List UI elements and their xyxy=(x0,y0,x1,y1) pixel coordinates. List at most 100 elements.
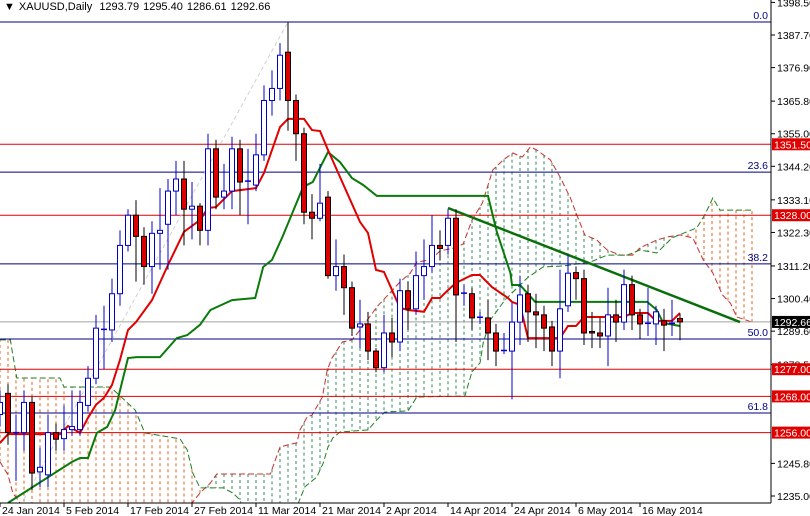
candle-bull xyxy=(277,54,283,89)
time-tick-label: 5 Feb 2014 xyxy=(66,505,119,516)
candle-bear xyxy=(613,314,619,323)
candle-bear xyxy=(573,272,579,280)
close-value: 1292.66 xyxy=(230,1,271,13)
candle-bull xyxy=(333,266,339,277)
time-tick-label: 21 Mar 2014 xyxy=(322,505,381,516)
candle-bull xyxy=(109,293,115,331)
candle-bear xyxy=(349,287,355,329)
time-tick-label: 27 Feb 2014 xyxy=(194,505,253,516)
senkou-span-a-line xyxy=(0,146,753,503)
trendline xyxy=(447,206,741,324)
candle-bull xyxy=(165,190,171,225)
candle-bull xyxy=(117,244,123,295)
candle-bear xyxy=(197,205,203,231)
candle-bull xyxy=(413,275,419,310)
level-price-tag-label: 1256.00 xyxy=(774,428,810,440)
candle-bear xyxy=(141,235,147,268)
candle-bear xyxy=(325,196,331,277)
time-tick-label: 24 Jan 2014 xyxy=(2,505,60,516)
kijun-sen-line xyxy=(7,150,681,503)
candle-bull xyxy=(509,321,515,352)
candle-bull xyxy=(37,466,43,473)
candle-bull xyxy=(77,401,83,431)
chart-header: ▼ XAUUSD,Daily 1293.79 1295.40 1286.61 1292.… xyxy=(4,1,274,13)
price-tick-label: 1365.80 xyxy=(777,96,810,108)
triangle-down-icon[interactable]: ▼ xyxy=(4,1,15,13)
price-tick-label: 1344.20 xyxy=(777,161,810,173)
candle-bull xyxy=(69,426,75,431)
time-axis[interactable]: 24 Jan 2014 5 Feb 2014 17 Feb 2014 27 Feb 2… xyxy=(0,503,703,516)
candle-bull xyxy=(261,100,267,156)
candle-bear xyxy=(581,278,587,334)
fib-level-label: 38.2 xyxy=(748,252,769,264)
candle-bull xyxy=(429,244,435,268)
candle-bear xyxy=(53,432,59,440)
candle-bear xyxy=(181,178,187,210)
candle-bull xyxy=(221,190,227,198)
candle-bear xyxy=(405,290,411,310)
candle-bear xyxy=(541,314,547,329)
candle-bull xyxy=(357,323,363,328)
candle-bull xyxy=(653,311,659,325)
symbol-label: XAUUSD,Daily xyxy=(18,1,93,13)
candle-bull xyxy=(381,332,387,369)
candle-bear xyxy=(29,401,35,474)
high-value: 1295.40 xyxy=(143,1,183,13)
price-chart[interactable]: 0.0 23.6 38.2 50.0 61.8 1398.50 1387.70 1376.9… xyxy=(0,0,810,516)
candle-bear xyxy=(637,314,643,325)
time-tick-label: 17 Feb 2014 xyxy=(130,505,189,516)
candle-bear xyxy=(533,311,539,316)
candle-bull xyxy=(0,401,3,415)
candle-bull xyxy=(621,284,627,323)
fib-level-label: 23.6 xyxy=(748,160,769,172)
time-tick-label: 24 Apr 2014 xyxy=(514,505,571,516)
candle-bear xyxy=(133,214,139,237)
candle-bull xyxy=(61,429,67,440)
candle-bear xyxy=(309,211,315,219)
candle-bull xyxy=(397,290,403,343)
candle-bear xyxy=(389,332,395,343)
candle-bull xyxy=(149,232,155,268)
candle-bull xyxy=(173,178,179,192)
candle-bear xyxy=(285,51,291,102)
open-value: 1293.79 xyxy=(99,1,140,13)
candle-bull xyxy=(21,401,27,434)
time-tick-label: 6 May 2014 xyxy=(578,505,633,516)
candle-bear xyxy=(589,330,595,334)
candle-bear xyxy=(493,332,499,352)
time-tick-label: 11 Mar 2014 xyxy=(258,505,316,516)
candle-bear xyxy=(341,266,347,289)
level-price-tag-label: 1268.00 xyxy=(774,391,810,403)
fib-level-label: 0.0 xyxy=(753,10,768,22)
candle-bull xyxy=(157,229,163,234)
price-tags: 1351.50 1328.00 1277.00 1268.00 1256.00 1292.… xyxy=(772,138,810,440)
candle-bull xyxy=(269,87,275,102)
candle-bear xyxy=(293,100,299,135)
candle-bear xyxy=(677,318,683,323)
candle-bear xyxy=(485,317,491,334)
price-tick-label: 1333.10 xyxy=(777,195,810,207)
candles xyxy=(0,22,683,490)
price-tick-label: 1398.50 xyxy=(777,0,810,9)
fib-level-label: 50.0 xyxy=(748,327,769,339)
candle-bear xyxy=(549,326,555,352)
candle-bear xyxy=(469,293,475,319)
candle-bear xyxy=(629,284,635,316)
low-value: 1286.61 xyxy=(186,1,227,13)
candle-bull xyxy=(229,148,235,192)
candle-bull xyxy=(421,266,427,277)
candle-bull xyxy=(605,314,611,337)
price-tick-label: 1311.20 xyxy=(777,261,810,273)
candle-bull xyxy=(93,327,99,379)
price-tick-label: 1245.80 xyxy=(777,458,810,470)
candle-bull xyxy=(445,217,451,246)
candle-bull xyxy=(85,377,91,406)
level-price-tag-label: 1351.50 xyxy=(774,139,810,151)
candle-bear xyxy=(5,392,11,434)
ichimoku-cloud xyxy=(0,146,753,503)
tenkan-sen-line xyxy=(0,117,681,444)
candle-bull xyxy=(205,148,211,231)
time-tick-label: 14 Apr 2014 xyxy=(450,505,507,516)
candle-bull xyxy=(557,308,563,352)
candle-bull xyxy=(253,154,259,186)
